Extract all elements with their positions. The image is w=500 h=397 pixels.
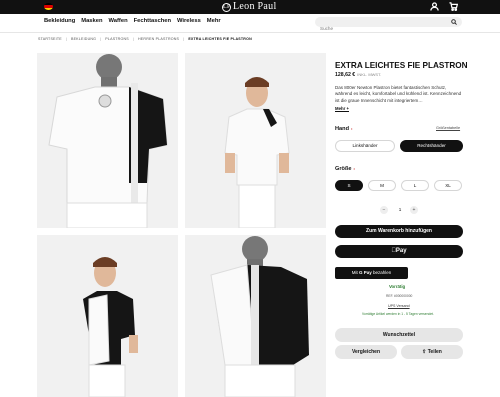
nav-item-wireless[interactable]: Wireless [177,18,201,24]
nav-item-waffen[interactable]: Waffen [109,18,128,24]
required-mark: • [353,166,355,171]
search-icon[interactable] [451,19,457,25]
nav-divider [0,32,500,33]
product-description: Das 800er Newton Plastron bietet fantast… [335,85,462,103]
quantity-decrease-button[interactable]: − [380,206,388,214]
size-guide-link[interactable]: Größentabelle [436,126,460,130]
size-label-text: Größe [335,166,352,172]
tax-note: INKL. MWST. [357,72,382,77]
breadcrumb-separator: | [183,37,185,41]
article-number: REF. #000000000 [386,294,413,298]
size-label: Größe • [335,166,355,172]
brand-mark: LP [222,3,231,12]
flag-icon[interactable] [44,3,53,10]
breadcrumb-separator: | [100,37,102,41]
top-bar: LP Leon Paul [0,0,500,14]
share-button[interactable]: ⇧ Teilen [401,345,463,359]
search-bar [315,17,462,34]
brand-logo[interactable]: LP Leon Paul [222,1,277,12]
breadcrumb-separator: | [132,37,135,41]
size-option-xl[interactable]: XL [434,180,462,191]
hand-option-right[interactable]: Rechtshänder [400,140,463,152]
product-image-4[interactable] [185,235,326,397]
nav-item-fechttaschen[interactable]: Fechttaschen [134,18,171,24]
compare-button[interactable]: Vergleichen [335,345,397,359]
product-price: 128,62 € INKL. MWST. [335,72,381,78]
gpay-prefix: Mit [351,270,358,275]
wishlist-button[interactable]: Wunschzettel [335,328,463,342]
apple-pay-label: Pay [393,248,407,254]
share-icon: ⇧ [422,349,427,355]
delivery-note: Vorrätige Artikel werden in 1 - 5 Tagen … [362,312,434,316]
share-label: Teilen [427,349,442,355]
shipping-link[interactable]: UPS Versand [388,304,410,308]
size-option-m[interactable]: M [368,180,396,191]
quantity-value[interactable]: 1 [392,206,408,214]
model-front-image [185,53,326,228]
price-value: 128,62 € [335,72,356,78]
cart-icon[interactable] [449,2,458,11]
hand-label-text: Hand [335,126,349,132]
stock-status: Vorrätig [389,284,406,289]
size-option-l[interactable]: L [401,180,429,191]
brand-name: Leon Paul [233,1,277,12]
product-image-1[interactable] [37,53,178,228]
user-icon[interactable] [430,2,439,11]
breadcrumb: STARTSEITE | BEKLEIDUNG | PLASTRONS | HERRE… [38,37,252,41]
breadcrumb-separator: | [65,37,67,41]
quantity-stepper: − 1 + [380,205,420,215]
nav-item-mehr[interactable]: Mehr [207,18,221,24]
gpay-brand: G Pay [358,270,372,275]
quantity-increase-button[interactable]: + [410,206,418,214]
plastron-mannequin-image [37,53,178,228]
breadcrumb-item-herren-plastrons[interactable]: HERREN PLASTRONS [138,37,179,41]
product-image-2[interactable] [185,53,326,228]
plastron-back-image [185,235,326,397]
add-to-cart-button[interactable]: Zum Warenkorb hinzufügen [335,225,463,238]
hand-option-left[interactable]: Linkshänder [335,140,395,152]
more-link[interactable]: Mehr + [335,106,349,111]
nav-item-masken[interactable]: Masken [81,18,102,24]
hand-label: Hand • [335,126,352,132]
model-side-image [37,235,178,397]
nav-item-bekleidung[interactable]: Bekleidung [44,18,75,24]
product-image-3[interactable] [37,235,178,397]
gpay-suffix: bezahlen [373,270,392,275]
breadcrumb-current: EXTRA LEICHTES FIE PLASTRON [188,37,252,41]
breadcrumb-item-startseite[interactable]: STARTSEITE [38,37,62,41]
breadcrumb-item-plastrons[interactable]: PLASTRONS [105,37,129,41]
apple-pay-button[interactable]: Pay [335,245,463,258]
product-title: EXTRA LEICHTES FIE PLASTRON [335,61,468,70]
size-option-s[interactable]: S [335,180,363,191]
breadcrumb-item-bekleidung[interactable]: BEKLEIDUNG [71,37,96,41]
required-mark: • [350,126,353,131]
google-pay-button[interactable]: Mit G Pay bezahlen [335,267,408,279]
